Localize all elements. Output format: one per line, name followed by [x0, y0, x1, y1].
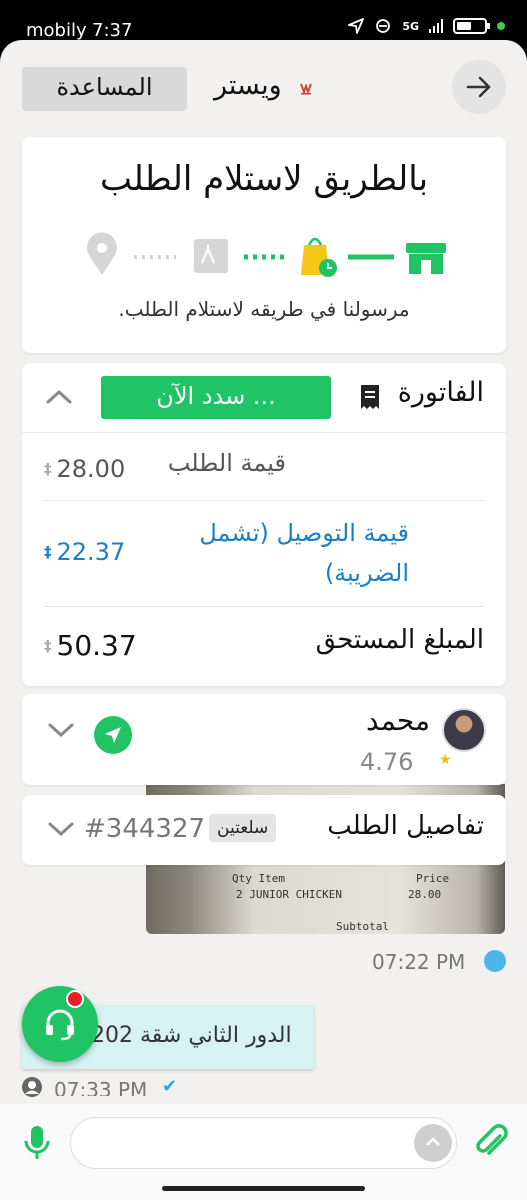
order-value: 28.00 — [56, 455, 126, 483]
order-value-row: قيمة الطلب ‡ 28.00 — [44, 445, 484, 501]
headset-icon — [46, 1009, 74, 1041]
arrow-up-icon — [426, 1137, 440, 1146]
track-driver-button[interactable] — [94, 716, 132, 754]
message-input[interactable] — [70, 1117, 457, 1169]
invoice-header[interactable]: الفاتورة سدد الآن ... — [22, 363, 506, 433]
battery-icon — [453, 18, 490, 34]
chat-message-text: الدور الثاني شقة 202 — [91, 1023, 292, 1048]
order-value-label: قيمة الطلب — [167, 449, 286, 477]
shopping-bag-clock-icon — [301, 237, 337, 277]
order-status-card: بالطريق لاستلام الطلب مرسولنا في طريقه ل — [22, 137, 506, 353]
top-bar: المساعدة ويستر — [0, 54, 527, 118]
pay-now-button[interactable]: سدد الآن ... — [101, 376, 331, 419]
signal-icon — [429, 19, 443, 33]
driver-rating: 4.76 — [360, 748, 414, 776]
store-logo-icon — [300, 83, 312, 95]
order-status-subtitle: مرسولنا في طريقه لاستلام الطلب. — [118, 297, 410, 321]
location-pin-icon — [87, 232, 117, 275]
privacy-indicator — [497, 22, 505, 30]
store-name: ويستر — [214, 70, 282, 101]
delivery-agent-icon — [484, 950, 506, 972]
order-progress-tracker — [87, 232, 446, 277]
riyal-icon: ‡ — [44, 636, 51, 655]
star-icon: ★ — [439, 752, 452, 768]
delivery-value-amount: ‡ 22.37 — [44, 538, 125, 566]
total-due-row: المبلغ المستحق ‡ 50.37 — [44, 621, 484, 671]
message-time: 07:22 PM — [372, 950, 466, 974]
items-count-badge: سلعتين — [209, 814, 277, 842]
delivery-value-row: قيمة التوصيل (تشمل الضريبة) ‡ 22.37 — [44, 513, 484, 607]
notification-dot — [66, 990, 84, 1008]
total-due-value: 50.37 — [56, 629, 137, 662]
carrier-name: mobily — [26, 20, 87, 41]
arrow-right-icon — [466, 76, 491, 98]
user-icon — [22, 1077, 42, 1097]
delivery-value-label: قيمة التوصيل (تشمل الضريبة) — [199, 519, 409, 587]
delivery-value: 22.37 — [56, 538, 126, 566]
read-check-icon: ✔ — [162, 1076, 178, 1097]
navigation-arrow-icon — [105, 727, 121, 743]
pickup-step-icon — [194, 239, 228, 273]
status-time: 7:37 — [92, 20, 133, 41]
home-indicator — [162, 1186, 365, 1191]
order-status-title: بالطريق لاستلام الطلب — [99, 159, 429, 199]
invoice-title: الفاتورة — [397, 377, 484, 408]
support-button[interactable] — [22, 986, 98, 1062]
microphone-icon[interactable] — [22, 1124, 52, 1162]
network-label: 5G — [402, 19, 419, 33]
order-number: #344327 — [84, 814, 206, 844]
riyal-icon: ‡ — [44, 543, 51, 561]
driver-name: محمد — [366, 704, 430, 737]
order-details-card[interactable]: تفاصيل الطلب سلعتين #344327 — [22, 795, 506, 865]
invoice-card: الفاتورة سدد الآن ... قيمة الطلب ‡ 28.00… — [22, 363, 506, 686]
back-button[interactable] — [452, 60, 506, 114]
send-button[interactable] — [414, 1124, 452, 1162]
driver-card[interactable]: محمد ★ 4.76 — [22, 694, 506, 785]
chevron-down-icon[interactable] — [46, 720, 76, 740]
link-icon — [376, 19, 391, 33]
help-button[interactable]: المساعدة — [22, 67, 187, 111]
location-icon — [348, 18, 365, 34]
store-step-icon — [406, 243, 446, 274]
driver-avatar — [442, 708, 486, 752]
order-value-amount: ‡ 28.00 — [44, 455, 125, 483]
total-due-label: المبلغ المستحق — [315, 625, 484, 655]
total-due-amount: ‡ 50.37 — [44, 629, 137, 662]
paperclip-icon[interactable] — [474, 1122, 508, 1162]
order-details-title: تفاصيل الطلب — [327, 811, 484, 841]
riyal-icon: ‡ — [44, 460, 51, 478]
receipt-icon — [361, 385, 379, 409]
chevron-up-icon[interactable] — [44, 387, 74, 407]
chevron-down-icon[interactable] — [46, 819, 76, 839]
status-icons: 5G — [348, 18, 505, 34]
